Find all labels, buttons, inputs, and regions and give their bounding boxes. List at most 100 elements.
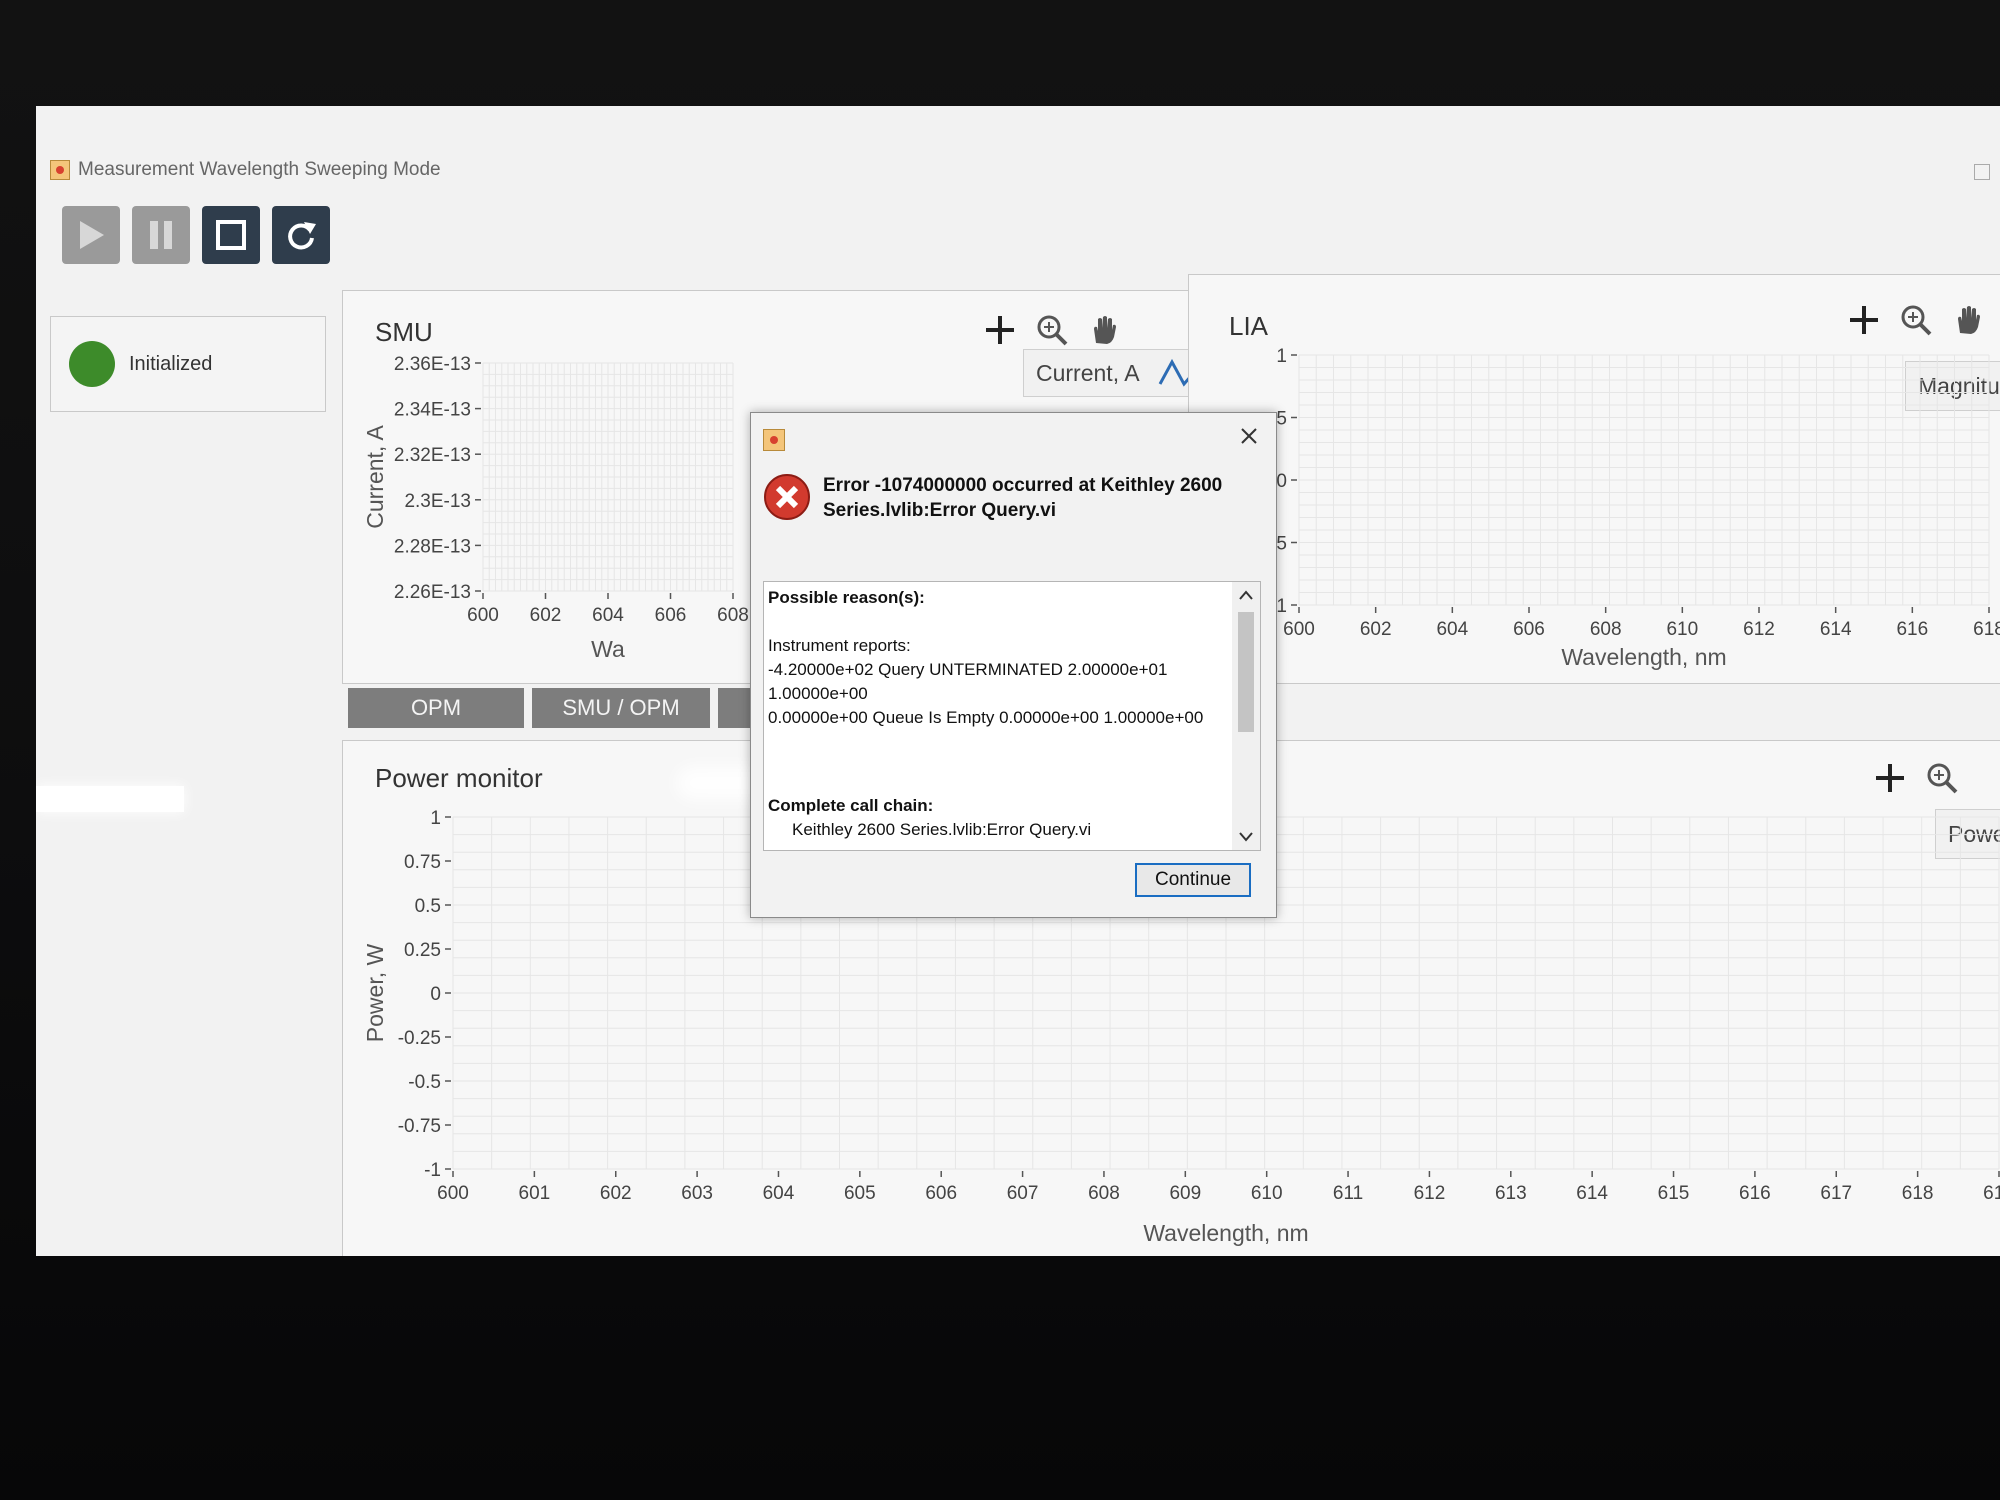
lia-x-tick-label: 618 (1973, 619, 2000, 640)
smu-x-tick-label: 608 (717, 605, 749, 626)
details-scrollbar[interactable] (1232, 582, 1260, 850)
power-y-tick-label: -1 (424, 1160, 441, 1181)
smu-y-tick-label: 2.28E-13 (394, 536, 471, 557)
smu-y-tick-label: 2.26E-13 (394, 582, 471, 603)
error-heading-line: Error -1074000000 occurred at Keithley 2… (823, 475, 1223, 496)
power-x-tick-label: 601 (519, 1183, 551, 1204)
power-y-tick-label: 0.5 (415, 896, 441, 917)
instrument-reports-label: Instrument reports: (768, 636, 911, 655)
smu-x-tick-label: 600 (467, 605, 499, 626)
lia-x-tick-label: 614 (1820, 619, 1852, 640)
error-details-box[interactable]: Possible reason(s): Instrument reports: … (763, 581, 1261, 851)
pause-button[interactable] (132, 206, 190, 264)
power-x-axis-title: Wavelength, nm (1143, 1220, 1308, 1246)
lia-y-tick-label: 0 (1276, 471, 1287, 492)
lia-x-tick-label: 616 (1896, 619, 1928, 640)
lia-x-tick-label: 612 (1743, 619, 1775, 640)
chevron-down-icon[interactable] (1232, 824, 1260, 850)
smu-y-axis-title: Current, A (362, 425, 388, 529)
status-led (69, 341, 115, 387)
lia-plot-area[interactable]: 15051600 602 604 606 608 610 612 614 616 618Wavel… (1189, 275, 2000, 685)
app-icon (50, 160, 70, 180)
status-indicator: Initialized (50, 316, 326, 412)
lia-x-tick-label: 600 (1283, 619, 1315, 640)
power-x-tick-label: 611 (1333, 1183, 1363, 1204)
smu-x-tick-label: 604 (592, 605, 624, 626)
power-x-tick-label: 615 (1658, 1183, 1690, 1204)
lia-y-tick-label: 5 (1276, 409, 1287, 430)
dialog-app-icon (763, 429, 785, 451)
lia-y-tick-label: 5 (1276, 534, 1287, 555)
power-x-tick-label: 619 (1983, 1183, 2000, 1204)
power-x-tick-label: 612 (1414, 1183, 1446, 1204)
call-chain-label: Complete call chain: (768, 796, 934, 815)
smu-y-tick-label: 2.32E-13 (394, 445, 471, 466)
close-icon[interactable] (1234, 421, 1264, 451)
report-line: 1.00000e+00 (768, 684, 868, 703)
status-label: Initialized (129, 352, 213, 375)
pause-icon (150, 221, 172, 249)
power-x-tick-label: 618 (1902, 1183, 1934, 1204)
lia-graph-panel: LIA Magnitude 15051600602604606608610612… (1188, 274, 2000, 684)
smu-y-tick-label: 2.3E-13 (404, 491, 471, 512)
power-x-tick-label: 600 (437, 1183, 469, 1204)
smu-x-tick-label: 606 (655, 605, 687, 626)
refresh-button[interactable] (272, 206, 330, 264)
lia-y-tick-label: 1 (1276, 596, 1287, 617)
power-x-tick-label: 616 (1739, 1183, 1771, 1204)
lia-x-axis-title: Wavelength, nm (1561, 644, 1726, 670)
report-line: 0.00000e+00 Queue Is Empty 0.00000e+00 1… (768, 708, 1204, 727)
application-window: Measurement Wavelength Sweeping Mode Ini… (36, 106, 2000, 1256)
error-heading: Error -1074000000 occurred at Keithley 2… (823, 473, 1263, 523)
power-y-tick-label: 0 (430, 984, 441, 1005)
smu-y-tick-label: 2.34E-13 (394, 400, 471, 421)
run-button[interactable] (62, 206, 120, 264)
lia-x-tick-label: 610 (1666, 619, 1698, 640)
power-y-tick-label: -0.5 (408, 1072, 441, 1093)
run-toolbar (62, 206, 330, 264)
error-heading-line: Series.lvlib:Error Query.vi (823, 500, 1057, 521)
stop-icon (216, 220, 246, 250)
error-dialog: Error -1074000000 occurred at Keithley 2… (750, 412, 1277, 918)
power-x-tick-label: 609 (1169, 1183, 1201, 1204)
play-icon (80, 221, 104, 249)
smu-y-tick-label: 2.36E-13 (394, 354, 471, 375)
window-titlebar: Measurement Wavelength Sweeping Mode (36, 148, 2000, 192)
lia-x-tick-label: 604 (1436, 619, 1468, 640)
power-y-tick-label: 0.75 (404, 852, 441, 873)
lia-x-tick-label: 602 (1360, 619, 1392, 640)
lia-y-tick-label: 1 (1276, 346, 1287, 367)
power-y-tick-label: -0.75 (398, 1116, 441, 1137)
power-x-tick-label: 610 (1251, 1183, 1283, 1204)
power-x-tick-label: 613 (1495, 1183, 1527, 1204)
smu-x-tick-label: 602 (530, 605, 562, 626)
window-restore-icon[interactable] (1974, 164, 1990, 180)
call-chain-entry: Keithley 2600 Series.lvlib:Error Query.v… (792, 820, 1092, 839)
power-x-tick-label: 617 (1820, 1183, 1852, 1204)
continue-button[interactable]: Continue (1135, 863, 1251, 897)
power-x-tick-label: 603 (681, 1183, 713, 1204)
window-title: Measurement Wavelength Sweeping Mode (78, 159, 441, 180)
refresh-icon (288, 222, 316, 250)
tab-opm[interactable]: OPM (348, 688, 524, 728)
lia-x-tick-label: 608 (1590, 619, 1622, 640)
power-x-tick-label: 602 (600, 1183, 632, 1204)
power-x-tick-label: 604 (763, 1183, 795, 1204)
power-y-tick-label: 0.25 (404, 940, 441, 961)
screen-glare (36, 786, 184, 812)
tab-smu-opm[interactable]: SMU / OPM (532, 688, 710, 728)
power-y-axis-title: Power, W (362, 944, 388, 1043)
photo-background: Measurement Wavelength Sweeping Mode Ini… (0, 0, 2000, 1500)
graph-tab-strip: OPM SMU / OPM (348, 688, 758, 728)
power-y-tick-label: -0.25 (398, 1028, 441, 1049)
stop-button[interactable] (202, 206, 260, 264)
lia-x-tick-label: 606 (1513, 619, 1545, 640)
scrollbar-thumb[interactable] (1238, 612, 1254, 732)
possible-reasons-label: Possible reason(s): (768, 588, 925, 607)
chevron-up-icon[interactable] (1232, 582, 1260, 608)
power-x-tick-label: 607 (1007, 1183, 1039, 1204)
power-x-tick-label: 614 (1576, 1183, 1608, 1204)
report-line: -4.20000e+02 Query UNTERMINATED 2.00000e… (768, 660, 1168, 679)
smu-x-axis-title: Wa (591, 636, 625, 662)
power-x-tick-label: 605 (844, 1183, 876, 1204)
